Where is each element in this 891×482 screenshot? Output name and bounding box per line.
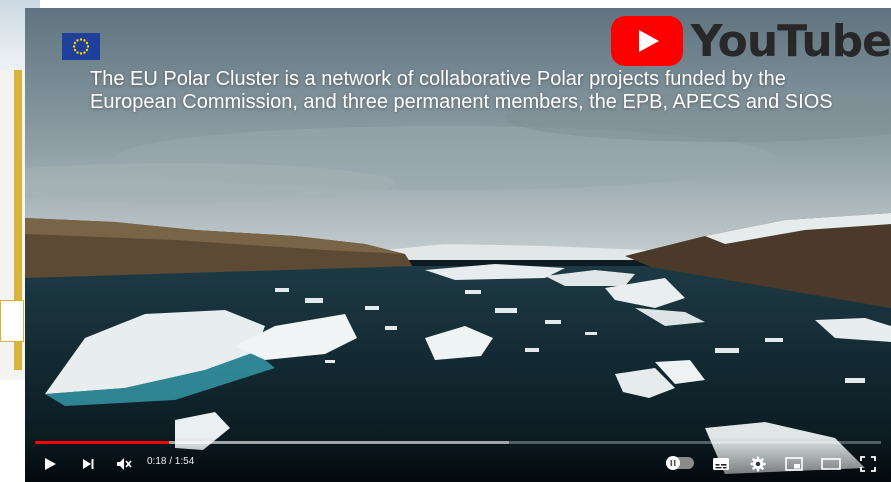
- fullscreen-button[interactable]: [855, 451, 881, 477]
- youtube-play-icon: [610, 16, 683, 66]
- mute-button[interactable]: [111, 451, 137, 477]
- miniplayer-icon: [785, 457, 803, 471]
- video-caption: The EU Polar Cluster is a network of col…: [90, 68, 833, 113]
- miniplayer-button[interactable]: [781, 451, 807, 477]
- youtube-logo[interactable]: YouTube: [610, 13, 891, 69]
- video-player[interactable]: The EU Polar Cluster is a network of col…: [25, 8, 891, 482]
- subtitles-button[interactable]: [708, 451, 734, 477]
- autoplay-toggle[interactable]: [666, 456, 694, 470]
- settings-button[interactable]: [745, 451, 771, 477]
- player-controls: 0:18 / 1:54: [25, 437, 891, 482]
- autoplay-pause-icon: [666, 456, 680, 470]
- theater-mode-icon: [821, 458, 841, 470]
- eu-flag-logo: [62, 33, 100, 60]
- play-icon: [45, 458, 56, 470]
- play-button[interactable]: [37, 451, 63, 477]
- fullscreen-icon: [860, 456, 876, 472]
- progress-played: [35, 441, 169, 444]
- background-document-box: [0, 300, 24, 342]
- mute-icon: [117, 458, 132, 470]
- subtitles-icon: [713, 458, 729, 470]
- theater-mode-button[interactable]: [818, 451, 844, 477]
- time-display: 0:18 / 1:54: [147, 456, 195, 467]
- progress-bar[interactable]: [35, 441, 881, 444]
- settings-icon: [750, 456, 766, 472]
- next-button[interactable]: [75, 451, 101, 477]
- youtube-wordmark: YouTube: [690, 15, 891, 67]
- next-icon: [83, 459, 94, 469]
